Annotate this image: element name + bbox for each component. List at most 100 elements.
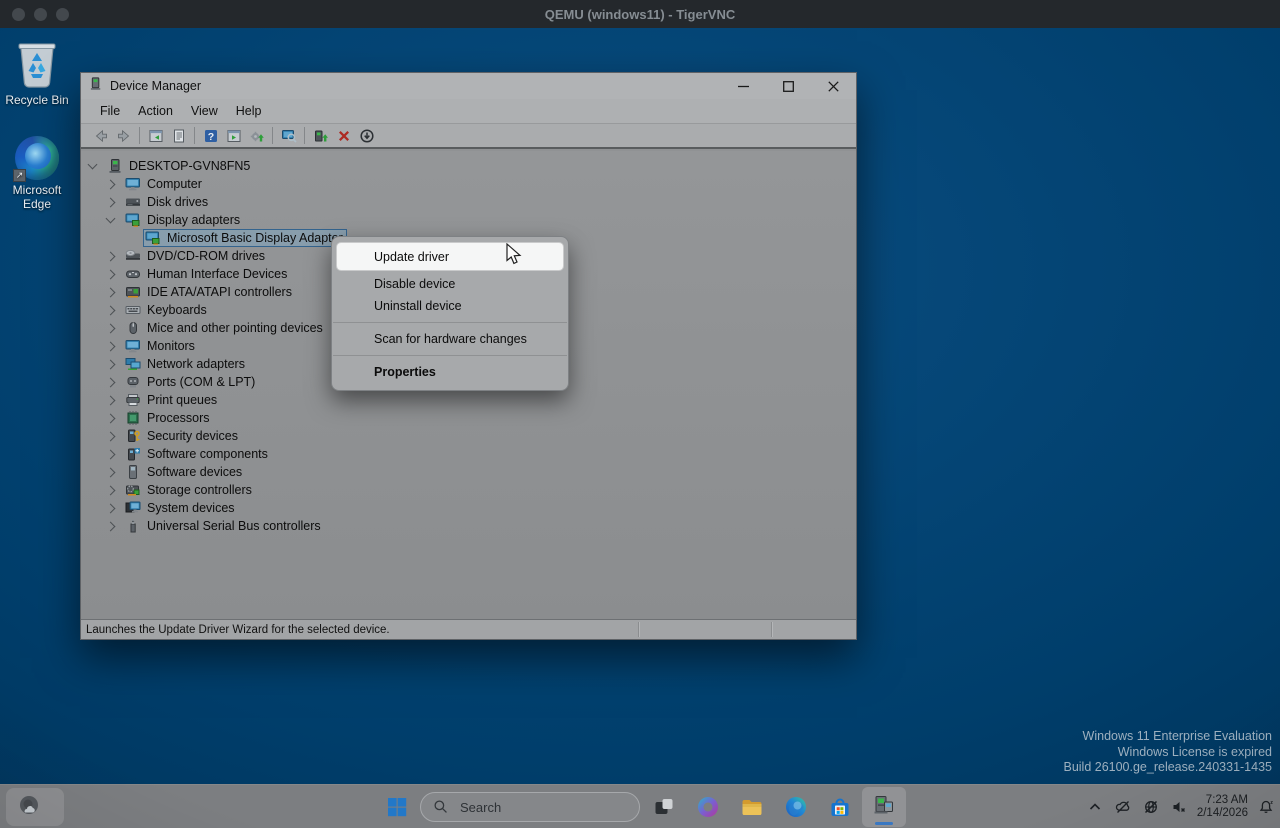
tree-item-print-queues[interactable]: Print queues (81, 391, 856, 409)
forward-arrow-button[interactable] (112, 126, 135, 146)
disable-circle-button[interactable] (355, 126, 378, 146)
tree-item-content[interactable]: Network adapters (123, 355, 249, 373)
window-titlebar[interactable]: Device Manager (81, 73, 856, 99)
chevron-right-icon[interactable] (106, 395, 116, 405)
tree-item-content[interactable]: Universal Serial Bus controllers (123, 517, 325, 535)
zoom-traffic-light[interactable] (56, 8, 69, 21)
tree-item-disk-drives[interactable]: Disk drives (81, 193, 856, 211)
taskbar-search[interactable]: Search (420, 792, 640, 822)
menu-file[interactable]: File (91, 101, 129, 121)
onedrive-off-icon[interactable] (1115, 799, 1131, 815)
context-menu-item-disable-device[interactable]: Disable device (337, 273, 563, 295)
desktop-icon-recycle-bin[interactable]: Recycle Bin (0, 36, 74, 107)
tree-item-content[interactable]: Processors (123, 409, 214, 427)
chevron-right-icon[interactable] (106, 413, 116, 423)
tree-item-content[interactable]: Software components (123, 445, 272, 463)
tree-item-content[interactable]: Monitors (123, 337, 199, 355)
help-button[interactable]: ? (199, 126, 222, 146)
tree-item-content[interactable]: Mice and other pointing devices (123, 319, 327, 337)
uninstall-x-button[interactable] (332, 126, 355, 146)
menu-view[interactable]: View (182, 101, 227, 121)
update-gear-button[interactable] (245, 126, 268, 146)
properties-doc-button[interactable] (167, 126, 190, 146)
back-arrow-button[interactable] (89, 126, 112, 146)
chevron-right-icon[interactable] (106, 269, 116, 279)
chevron-right-icon[interactable] (106, 503, 116, 513)
svg-text:z: z (1270, 800, 1273, 806)
network-off-icon[interactable] (1143, 799, 1159, 815)
tree-item-security-devices[interactable]: Security devices (81, 427, 856, 445)
taskbar-clock[interactable]: 7:23 AM 2/14/2026 (1197, 794, 1248, 821)
tree-item-processors[interactable]: Processors (81, 409, 856, 427)
tree-item-display-adapters[interactable]: Display adapters (81, 211, 856, 229)
chevron-right-icon[interactable] (106, 449, 116, 459)
start-button[interactable] (385, 795, 409, 819)
chevron-right-icon[interactable] (106, 485, 116, 495)
taskbar-edge-button[interactable] (784, 795, 808, 819)
chevron-right-icon[interactable] (106, 377, 116, 387)
tree-item-software-components[interactable]: Software components (81, 445, 856, 463)
tree-item-content[interactable]: DVD/CD-ROM drives (123, 247, 269, 265)
tree-item-content[interactable]: Computer (123, 175, 206, 193)
close-button[interactable] (811, 73, 856, 99)
chevron-right-icon[interactable] (106, 323, 116, 333)
volume-mute-icon[interactable] (1171, 799, 1187, 815)
tree-item-content[interactable]: IDE ATA/ATAPI controllers (123, 283, 296, 301)
context-menu-item-scan-for-hardware-changes[interactable]: Scan for hardware changes (337, 328, 563, 350)
tree-item-desktop-gvn8fn5[interactable]: DESKTOP-GVN8FN5 (81, 157, 856, 175)
tree-item-storage-controllers[interactable]: Storage controllers (81, 481, 856, 499)
update-device-button[interactable] (309, 126, 332, 146)
context-menu-item-properties[interactable]: Properties (337, 361, 563, 383)
chevron-down-icon[interactable] (88, 160, 98, 170)
close-traffic-light[interactable] (12, 8, 25, 21)
desktop-icon-microsoft-edge[interactable]: ↗ Microsoft Edge (0, 136, 74, 211)
tree-item-content[interactable]: Microsoft Basic Display Adapter (143, 229, 347, 247)
tree-item-universal-serial-bus-controllers[interactable]: Universal Serial Bus controllers (81, 517, 856, 535)
chevron-right-icon[interactable] (106, 197, 116, 207)
show-window-button[interactable] (222, 126, 245, 146)
scan-monitor-button[interactable] (277, 126, 300, 146)
notification-bell-icon[interactable]: z (1258, 799, 1274, 815)
console-tree-button[interactable] (144, 126, 167, 146)
tree-item-content[interactable]: Print queues (123, 391, 221, 409)
minimize-traffic-light[interactable] (34, 8, 47, 21)
maximize-button[interactable] (766, 73, 811, 99)
tree-item-content[interactable]: Display adapters (123, 211, 244, 229)
tree-item-content[interactable]: System devices (123, 499, 239, 517)
menu-help[interactable]: Help (227, 101, 271, 121)
tree-item-software-devices[interactable]: Software devices (81, 463, 856, 481)
widgets-button[interactable] (6, 788, 64, 826)
security-icon (125, 428, 142, 444)
chevron-right-icon[interactable] (106, 467, 116, 477)
tree-item-system-devices[interactable]: System devices (81, 499, 856, 517)
taskbar-task-view-button[interactable] (652, 795, 676, 819)
chevron-right-icon[interactable] (106, 359, 116, 369)
minimize-button[interactable] (721, 73, 766, 99)
tree-item-content[interactable]: Software devices (123, 463, 246, 481)
tree-item-content[interactable]: Human Interface Devices (123, 265, 291, 283)
context-menu-item-uninstall-device[interactable]: Uninstall device (337, 295, 563, 317)
chevron-right-icon[interactable] (106, 287, 116, 297)
tree-item-content[interactable]: Storage controllers (123, 481, 256, 499)
chevron-right-icon[interactable] (106, 431, 116, 441)
tree-item-content[interactable]: Security devices (123, 427, 242, 445)
tree-item-content[interactable]: Disk drives (123, 193, 212, 211)
chevron-right-icon[interactable] (106, 341, 116, 351)
chevron-up-icon[interactable] (1087, 799, 1103, 815)
tree-item-content[interactable]: Keyboards (123, 301, 211, 319)
tree-item-computer[interactable]: Computer (81, 175, 856, 193)
taskbar-file-explorer-button[interactable] (740, 795, 764, 819)
chevron-right-icon[interactable] (106, 251, 116, 261)
chevron-down-icon[interactable] (106, 214, 116, 224)
chevron-right-icon[interactable] (106, 179, 116, 189)
context-menu-item-update-driver[interactable]: Update driver (337, 243, 563, 270)
menu-action[interactable]: Action (129, 101, 182, 121)
taskbar-store-button[interactable] (828, 795, 852, 819)
tree-item-content[interactable]: Ports (COM & LPT) (123, 373, 259, 391)
menu-separator (333, 355, 567, 356)
tree-item-content[interactable]: DESKTOP-GVN8FN5 (105, 157, 254, 175)
taskbar-office-button[interactable] (696, 795, 720, 819)
taskbar-device-manager-button[interactable] (862, 787, 906, 827)
chevron-right-icon[interactable] (106, 521, 116, 531)
chevron-right-icon[interactable] (106, 305, 116, 315)
